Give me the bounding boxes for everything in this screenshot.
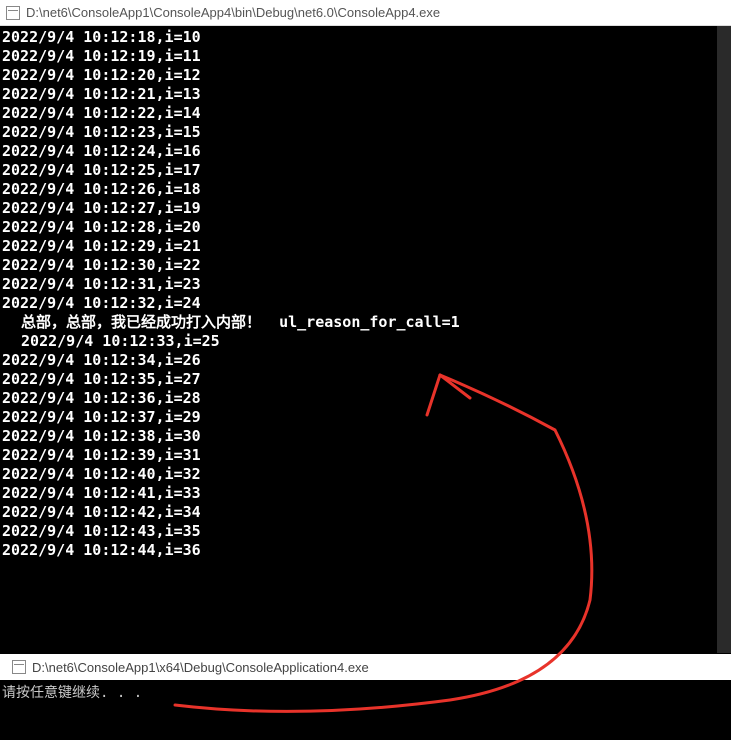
- console-output-line: 2022/9/4 10:12:35,i=27: [0, 370, 731, 389]
- console-output-line: 2022/9/4 10:12:18,i=10: [0, 28, 731, 47]
- window1-titlebar[interactable]: D:\net6\ConsoleApp1\ConsoleApp4\bin\Debu…: [0, 0, 731, 26]
- console-output-line: 2022/9/4 10:12:38,i=30: [0, 427, 731, 446]
- console-output-line: 2022/9/4 10:12:29,i=21: [0, 237, 731, 256]
- console-output-line: 2022/9/4 10:12:22,i=14: [0, 104, 731, 123]
- console-output-line: 2022/9/4 10:12:44,i=36: [0, 541, 731, 560]
- console-output-line: 2022/9/4 10:12:39,i=31: [0, 446, 731, 465]
- console2-output[interactable]: 请按任意键继续. . .: [0, 680, 731, 740]
- console-output-line: 2022/9/4 10:12:28,i=20: [0, 218, 731, 237]
- console-output-line: 2022/9/4 10:12:40,i=32: [0, 465, 731, 484]
- vertical-scrollbar[interactable]: [717, 26, 731, 653]
- console-output-line: 2022/9/4 10:12:42,i=34: [0, 503, 731, 522]
- console-output-line: 2022/9/4 10:12:20,i=12: [0, 66, 731, 85]
- press-any-key-prompt: 请按任意键继续. . .: [2, 682, 729, 702]
- console-output-line: 2022/9/4 10:12:24,i=16: [0, 142, 731, 161]
- application-icon: [6, 6, 20, 20]
- window2: D:\net6\ConsoleApp1\x64\Debug\ConsoleApp…: [0, 654, 731, 740]
- console-output-line: 2022/9/4 10:12:26,i=18: [0, 180, 731, 199]
- console-output-line: 2022/9/4 10:12:33,i=25: [0, 332, 731, 351]
- console-output-line: 2022/9/4 10:12:34,i=26: [0, 351, 731, 370]
- console-output-line: 2022/9/4 10:12:23,i=15: [0, 123, 731, 142]
- window2-title: D:\net6\ConsoleApp1\x64\Debug\ConsoleApp…: [32, 660, 369, 675]
- console-output-line: 2022/9/4 10:12:32,i=24: [0, 294, 731, 313]
- application-icon: [12, 660, 26, 674]
- console-output-line: 2022/9/4 10:12:41,i=33: [0, 484, 731, 503]
- console-output-line: 2022/9/4 10:12:19,i=11: [0, 47, 731, 66]
- injected-message-line: 总部，总部，我已经成功打入内部！ ul_reason_for_call=1: [0, 313, 731, 332]
- console-output-line: 2022/9/4 10:12:21,i=13: [0, 85, 731, 104]
- console-output-line: 2022/9/4 10:12:36,i=28: [0, 389, 731, 408]
- console-output-line: 2022/9/4 10:12:37,i=29: [0, 408, 731, 427]
- console-output-line: 2022/9/4 10:12:31,i=23: [0, 275, 731, 294]
- console1-output[interactable]: 2022/9/4 10:12:18,i=102022/9/4 10:12:19,…: [0, 26, 731, 654]
- console-output-line: 2022/9/4 10:12:30,i=22: [0, 256, 731, 275]
- console-output-line: 2022/9/4 10:12:25,i=17: [0, 161, 731, 180]
- console-output-line: 2022/9/4 10:12:43,i=35: [0, 522, 731, 541]
- window1-title: D:\net6\ConsoleApp1\ConsoleApp4\bin\Debu…: [26, 5, 440, 20]
- window2-titlebar[interactable]: D:\net6\ConsoleApp1\x64\Debug\ConsoleApp…: [0, 654, 731, 680]
- console-output-line: 2022/9/4 10:12:27,i=19: [0, 199, 731, 218]
